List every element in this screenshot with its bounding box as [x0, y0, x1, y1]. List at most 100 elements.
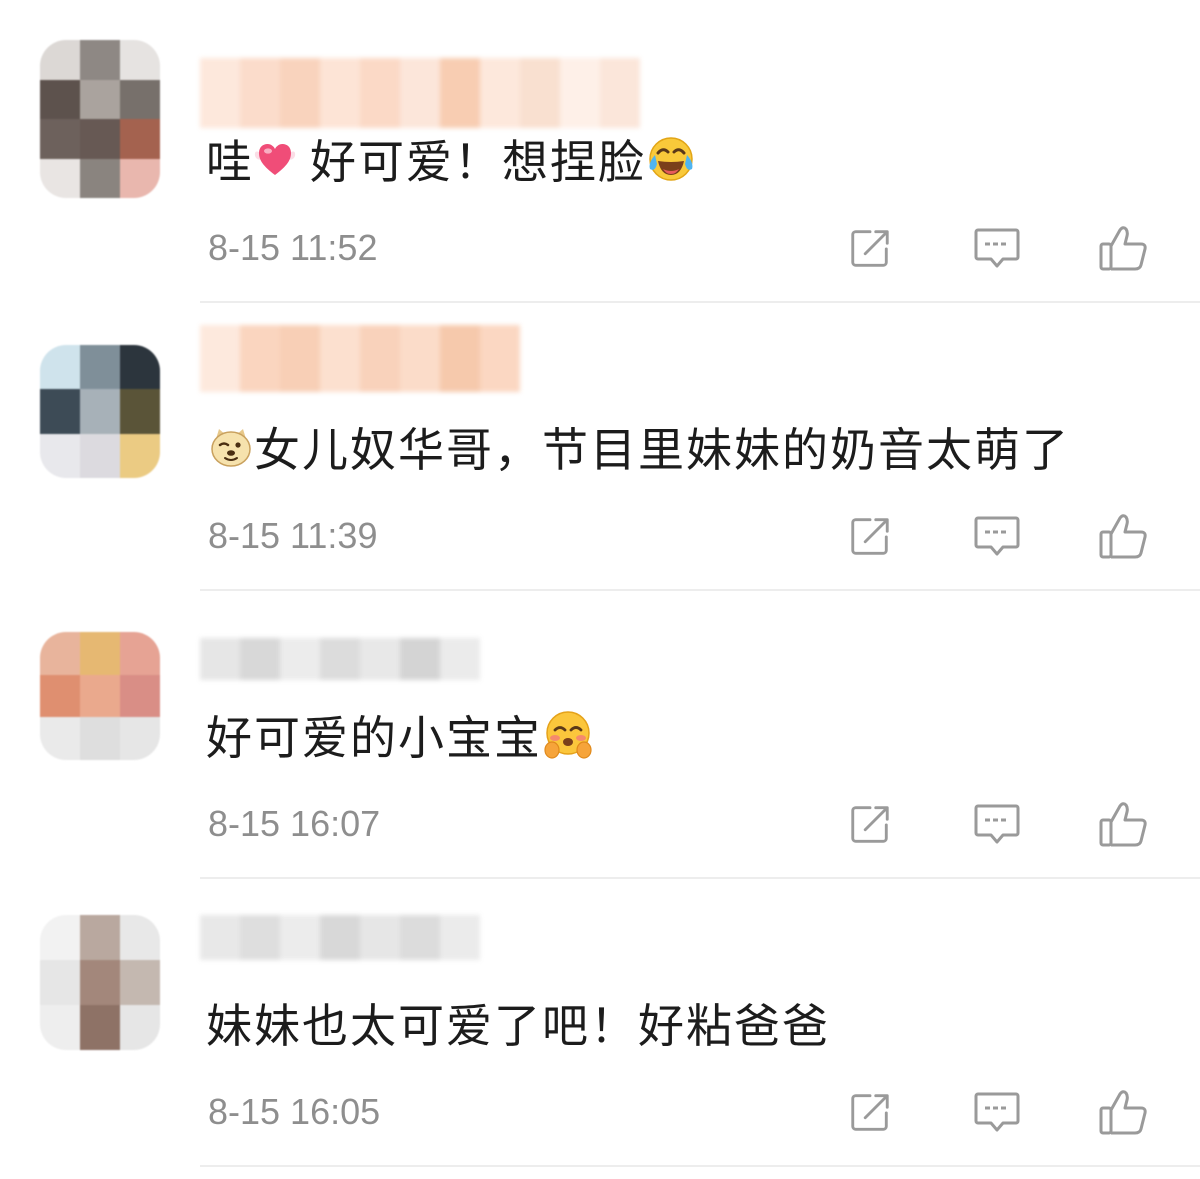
share-button[interactable]	[841, 508, 899, 564]
username-blur-segment	[360, 915, 400, 960]
avatar-tile	[80, 389, 120, 434]
avatar-tile	[40, 1005, 80, 1050]
avatar-tile	[80, 632, 120, 675]
username-blur-segment	[440, 325, 480, 392]
comment-icon	[972, 800, 1022, 848]
avatar-tile	[40, 960, 80, 1005]
avatar-tile	[80, 79, 120, 119]
share-icon	[847, 1089, 893, 1135]
share-button[interactable]	[841, 796, 899, 852]
comment-text-part: 好可爱的小宝宝	[206, 712, 542, 764]
share-button[interactable]	[841, 220, 899, 276]
thumbs-up-icon	[1097, 799, 1149, 849]
avatar-tile	[80, 717, 120, 760]
avatar-tile	[120, 960, 160, 1005]
username-blur-segment	[440, 638, 480, 680]
avatar[interactable]	[40, 632, 160, 760]
avatar-tile	[40, 119, 80, 159]
username-blur-segment	[320, 58, 360, 128]
avatar-tile	[80, 433, 120, 478]
username-blur-segment	[200, 58, 240, 128]
username-blur-segment	[200, 915, 240, 960]
username-blur-segment	[200, 638, 240, 680]
avatar[interactable]	[40, 915, 160, 1050]
share-button[interactable]	[841, 1084, 899, 1140]
avatar-tile	[80, 40, 120, 80]
like-button[interactable]	[1094, 508, 1152, 564]
username-blurred[interactable]	[200, 58, 640, 128]
comment-text-part: 哇	[206, 136, 254, 188]
username-blur-segment	[200, 325, 240, 392]
share-icon	[847, 513, 893, 559]
avatar[interactable]	[40, 345, 160, 478]
username-blur-segment	[600, 58, 640, 128]
reply-button[interactable]	[968, 1084, 1026, 1140]
comment-text: 妹妹也太可爱了吧！好粘爸爸	[206, 992, 830, 1054]
username-blurred[interactable]	[200, 915, 480, 960]
comment-timestamp: 8-15 11:52	[208, 227, 378, 268]
reply-button[interactable]	[968, 796, 1026, 852]
laughing-crying-emoji	[646, 134, 696, 184]
like-button[interactable]	[1094, 1084, 1152, 1140]
heart-emoji	[254, 139, 296, 179]
comment-icon	[972, 224, 1022, 272]
username-blur-segment	[480, 325, 520, 392]
like-button[interactable]	[1094, 220, 1152, 276]
thumbs-up-icon	[1097, 1087, 1149, 1137]
username-blurred[interactable]	[200, 638, 480, 680]
shy-blush-emoji	[542, 709, 594, 761]
username-blur-segment	[360, 638, 400, 680]
comment-timestamp: 8-15 16:07	[208, 803, 381, 844]
avatar-tile	[120, 717, 160, 760]
username-blur-segment	[240, 325, 280, 392]
username-blur-segment	[400, 58, 440, 128]
avatar-tile	[40, 674, 80, 718]
username-blur-segment	[520, 58, 560, 128]
avatar-tile	[40, 717, 80, 760]
comment-text-part: 好可爱！想捏脸	[310, 136, 646, 188]
avatar-tile	[120, 674, 160, 718]
reply-button[interactable]	[968, 220, 1026, 276]
avatar-tile	[120, 79, 160, 119]
thumbs-up-icon	[1097, 511, 1149, 561]
like-button[interactable]	[1094, 796, 1152, 852]
avatar-tile	[80, 119, 120, 159]
reply-button[interactable]	[968, 508, 1026, 564]
divider	[200, 1165, 1200, 1167]
username-blurred[interactable]	[200, 325, 520, 392]
username-blur-segment	[280, 638, 320, 680]
avatar-tile	[120, 40, 160, 80]
avatar-tile	[40, 915, 80, 960]
comment-item: 哇 好可爱！想捏脸 8-15 11:52	[0, 0, 1200, 303]
avatar-tile	[120, 433, 160, 478]
comment-item: 好可爱的小宝宝 8-15 16:07	[0, 576, 1200, 879]
username-blur-segment	[360, 325, 400, 392]
username-blur-segment	[400, 325, 440, 392]
share-icon	[847, 225, 893, 271]
comment-icon	[972, 512, 1022, 560]
username-blur-segment	[360, 58, 400, 128]
comment-timestamp: 8-15 11:39	[208, 515, 378, 556]
comment-icon	[972, 1088, 1022, 1136]
comment-timestamp: 8-15 16:05	[208, 1091, 381, 1132]
avatar-tile	[80, 345, 120, 390]
username-blur-segment	[240, 915, 280, 960]
comment-text-part: 女儿奴华哥，节目里妹妹的奶音太萌了	[254, 424, 1070, 476]
avatar-tile	[80, 674, 120, 718]
username-blur-segment	[400, 915, 440, 960]
comment-text: 好可爱的小宝宝	[206, 704, 594, 766]
comment-item: 女儿奴华哥，节目里妹妹的奶音太萌了 8-15 11:39	[0, 288, 1200, 591]
username-blur-segment	[280, 58, 320, 128]
avatar-tile	[40, 158, 80, 198]
avatar[interactable]	[40, 40, 160, 198]
avatar-tile	[120, 345, 160, 390]
username-blur-segment	[240, 58, 280, 128]
avatar-tile	[40, 79, 80, 119]
username-blur-segment	[440, 58, 480, 128]
share-icon	[847, 801, 893, 847]
doge-emoji	[208, 424, 254, 470]
thumbs-up-icon	[1097, 223, 1149, 273]
avatar-tile	[120, 632, 160, 675]
avatar-tile	[40, 389, 80, 434]
avatar-tile	[40, 345, 80, 390]
